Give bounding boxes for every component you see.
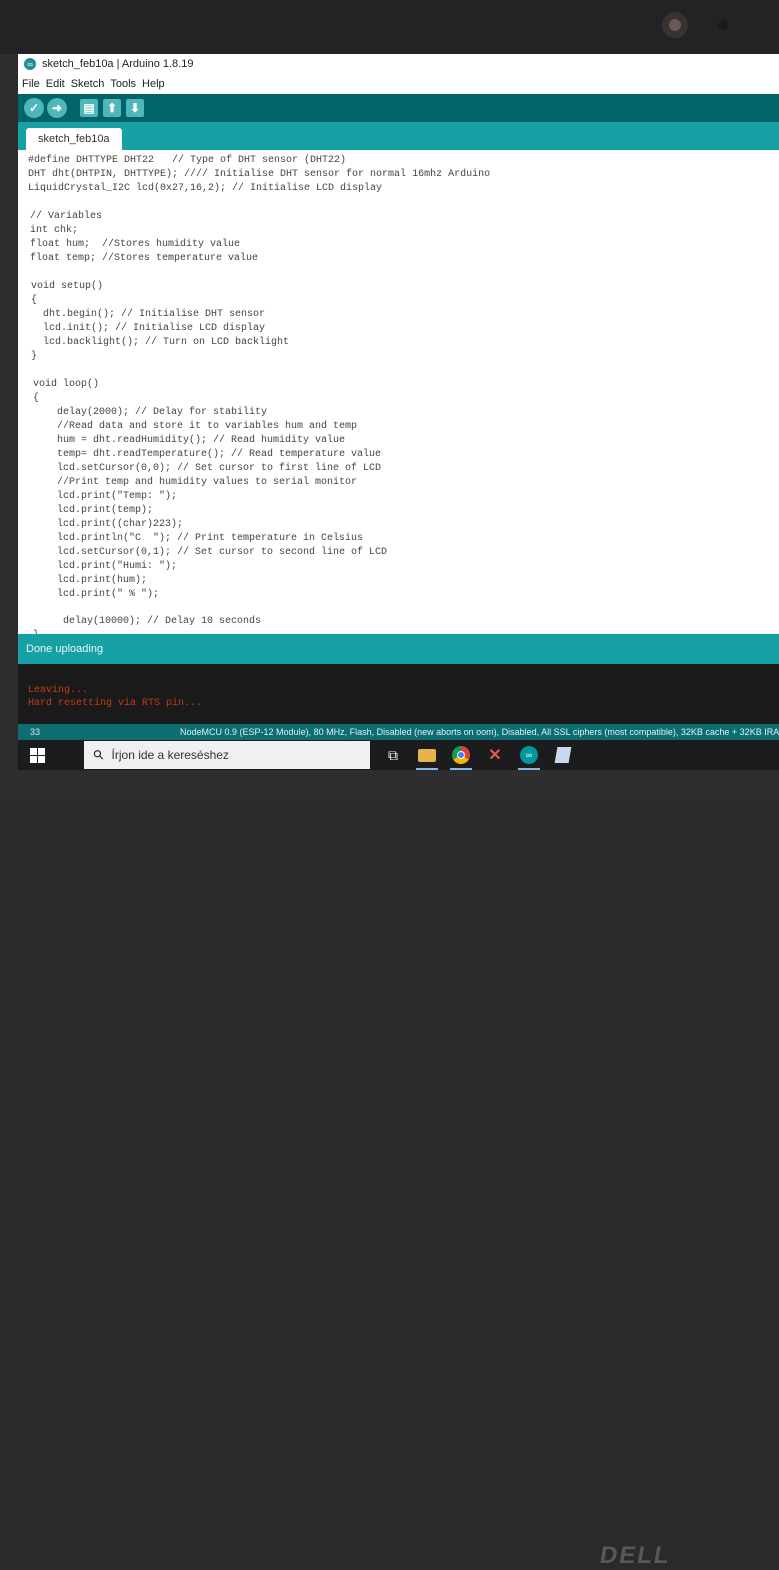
code-line: float temp; //Stores temperature value: [30, 253, 259, 264]
window-title: sketch_feb10a | Arduino 1.8.19: [42, 58, 194, 70]
code-line: lcd.print(temp);: [33, 505, 154, 516]
code-line: float hum; //Stores humidity value: [30, 239, 241, 250]
task-view-icon[interactable]: ⧉: [378, 740, 408, 770]
xampp-icon[interactable]: ✕: [480, 740, 510, 770]
code-line: hum = dht.readHumidity(); // Read humidi…: [33, 435, 346, 446]
arduino-app-icon: ∞: [24, 58, 36, 70]
code-line: lcd.backlight(); // Turn on LCD backligh…: [31, 337, 290, 348]
chrome-icon[interactable]: [446, 740, 476, 770]
arrow-right-icon: ➜: [51, 101, 63, 115]
code-line: DHT dht(DHTPIN, DHTTYPE); //// Initialis…: [28, 169, 491, 180]
new-file-icon: ▤: [83, 101, 95, 115]
dell-logo: DELL: [597, 1542, 674, 1569]
code-line: LiquidCrystal_I2C lcd(0x27,16,2); // Ini…: [28, 183, 383, 194]
screen: ∞ sketch_feb10a | Arduino 1.8.19 File Ed…: [18, 54, 779, 770]
laptop-bezel-left: [0, 54, 18, 800]
webcam-icon: [662, 12, 688, 38]
code-line: {: [31, 295, 38, 306]
code-line: int chk;: [30, 225, 79, 236]
code-line: lcd.setCursor(0,0); // Set cursor to fir…: [33, 463, 382, 474]
code-line: //Read data and store it to variables hu…: [33, 421, 358, 432]
console-line: Hard resetting via RTS pin...: [28, 698, 203, 709]
toolbar: ✓ ➜ ▤ ⬆ ⬇: [18, 94, 779, 122]
code-line: {: [33, 393, 40, 404]
code-line: lcd.setCursor(0,1); // Set cursor to sec…: [33, 547, 388, 558]
verify-button[interactable]: ✓: [24, 98, 44, 118]
window-titlebar: ∞ sketch_feb10a | Arduino 1.8.19: [18, 54, 779, 74]
code-line: lcd.print((char)223);: [33, 519, 184, 530]
menu-sketch[interactable]: Sketch: [71, 78, 105, 90]
code-line: lcd.print("Temp: ");: [33, 491, 178, 502]
taskbar-search[interactable]: ⚲ Írjon ide a kereséshez: [84, 741, 370, 769]
tab-bar: sketch_feb10a: [18, 122, 779, 150]
status-message: Done uploading: [26, 643, 104, 655]
arrow-up-icon: ⬆: [106, 101, 118, 115]
save-button[interactable]: ⬇: [126, 99, 144, 117]
start-button[interactable]: [18, 740, 56, 770]
code-line: }: [31, 351, 38, 362]
board-info: NodeMCU 0.9 (ESP-12 Module), 80 MHz, Fla…: [180, 727, 779, 737]
code-line: lcd.print("Humi: ");: [33, 561, 178, 572]
code-editor[interactable]: #define DHTTYPE DHT22 // Type of DHT sen…: [18, 150, 779, 634]
code-line: void setup(): [31, 281, 104, 292]
sensor-icon: [718, 20, 728, 30]
code-line: lcd.println("C "); // Print temperature …: [33, 533, 364, 544]
open-button[interactable]: ⬆: [103, 99, 121, 117]
code-line: void loop(): [33, 379, 100, 390]
code-line: temp= dht.readTemperature(); // Read tem…: [33, 449, 382, 460]
line-number: 33: [30, 727, 41, 737]
console-output[interactable]: Leaving... Hard resetting via RTS pin...: [18, 664, 779, 724]
windows-logo-icon: [29, 747, 45, 763]
board-info-bar: 33 NodeMCU 0.9 (ESP-12 Module), 80 MHz, …: [18, 724, 779, 740]
menu-edit[interactable]: Edit: [46, 78, 65, 90]
laptop-bezel-top: [0, 0, 779, 54]
menu-file[interactable]: File: [22, 78, 40, 90]
code-line: //Print temp and humidity values to seri…: [33, 477, 358, 488]
search-icon: ⚲: [89, 745, 108, 764]
code-line: #define DHTTYPE DHT22 // Type of DHT sen…: [28, 155, 347, 166]
new-button[interactable]: ▤: [80, 99, 98, 117]
code-line: delay(10000); // Delay 10 seconds: [33, 616, 262, 627]
menu-help[interactable]: Help: [142, 78, 165, 90]
webcam-lens: [669, 19, 681, 31]
code-line: lcd.init(); // Initialise LCD display: [31, 323, 266, 334]
arduino-icon[interactable]: ∞: [514, 740, 544, 770]
console-line: Leaving...: [28, 685, 89, 696]
code-line: dht.begin(); // Initialise DHT sensor: [31, 309, 266, 320]
notes-icon[interactable]: [548, 740, 578, 770]
code-line: lcd.print(" % ");: [33, 589, 160, 600]
tab-sketch[interactable]: sketch_feb10a: [26, 128, 122, 150]
laptop-bezel-bottom: DELL: [0, 770, 779, 1569]
checkmark-icon: ✓: [28, 101, 40, 115]
menu-tools[interactable]: Tools: [110, 78, 136, 90]
status-bar: Done uploading: [18, 634, 779, 664]
menu-bar: File Edit Sketch Tools Help: [18, 74, 779, 94]
file-explorer-icon[interactable]: [412, 740, 442, 770]
upload-button[interactable]: ➜: [47, 98, 67, 118]
code-line: delay(2000); // Delay for stability: [33, 407, 268, 418]
windows-taskbar: ⚲ Írjon ide a kereséshez ⧉ ✕ ∞: [18, 740, 779, 770]
arrow-down-icon: ⬇: [129, 101, 141, 115]
code-line: lcd.print(hum);: [33, 575, 148, 586]
search-placeholder: Írjon ide a kereséshez: [111, 748, 229, 762]
code-line: // Variables: [30, 211, 103, 222]
